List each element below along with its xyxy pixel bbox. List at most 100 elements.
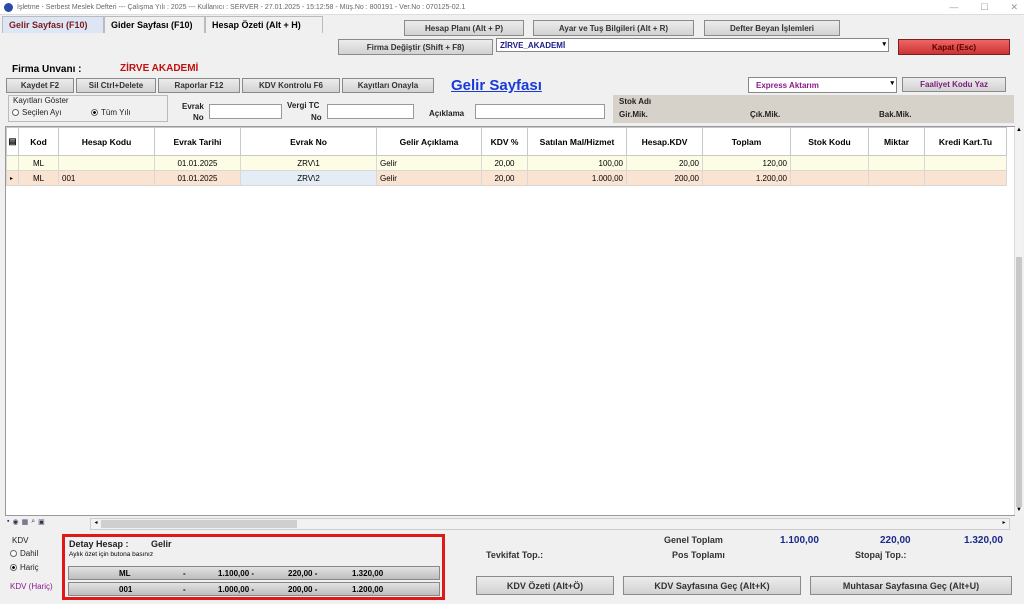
- genel-toplam-label: Genel Toplam: [664, 535, 723, 545]
- table-cell[interactable]: [868, 155, 925, 171]
- horizontal-scrollbar[interactable]: ◂ ▸: [90, 518, 1010, 530]
- kdv-haric-radio[interactable]: Hariç: [10, 563, 39, 572]
- row-pointer-icon[interactable]: ▸: [6, 170, 19, 186]
- evrak-no-input[interactable]: [209, 104, 282, 119]
- table-cell[interactable]: Gelir: [376, 155, 482, 171]
- aciklama-label: Açıklama: [429, 109, 465, 118]
- col-header[interactable]: Gelir Açıklama: [376, 127, 482, 156]
- evrak-no-label-1: Evrak: [182, 102, 204, 111]
- table-cell[interactable]: ZRV\1: [240, 155, 377, 171]
- detail-row-button[interactable]: 001 - 1.000,00 - 200,00 - 1.200,00: [68, 582, 440, 596]
- col-header[interactable]: Evrak No: [240, 127, 377, 156]
- table-cell[interactable]: 200,00: [626, 170, 703, 186]
- table-cell[interactable]: Gelir: [376, 170, 482, 186]
- detail-row-button[interactable]: ML - 1.100,00 - 220,00 - 1.320,00: [68, 566, 440, 580]
- vergi-label-1: Vergi TC: [287, 101, 320, 110]
- scroll-up-icon[interactable]: ▲: [1015, 127, 1023, 135]
- scroll-down-icon[interactable]: ▼: [1015, 507, 1023, 515]
- table-cell[interactable]: ML: [18, 155, 59, 171]
- table-cell[interactable]: [868, 170, 925, 186]
- col-header[interactable]: Miktar: [868, 127, 925, 156]
- col-header[interactable]: Evrak Tarihi: [154, 127, 241, 156]
- stok-info-panel: Stok Adı Gir.Mik. Çık.Mik. Bak.Mik.: [613, 95, 1014, 123]
- table-header-row: ▤ Kod Hesap Kodu Evrak Tarihi Evrak No G…: [6, 127, 1007, 156]
- search-icon[interactable]: ⌕: [31, 518, 35, 526]
- table-cell[interactable]: 20,00: [481, 170, 528, 186]
- save-icon[interactable]: ▪: [7, 518, 9, 526]
- print-icon[interactable]: ▣: [38, 518, 45, 526]
- kayitlari-onayla-button[interactable]: Kayıtları Onayla: [342, 78, 434, 93]
- gelir-grid[interactable]: ▤ Kod Hesap Kodu Evrak Tarihi Evrak No G…: [5, 126, 1015, 516]
- tab-hesap-ozeti[interactable]: Hesap Özeti (Alt + H): [205, 16, 323, 33]
- kdv-ozeti-button[interactable]: KDV Özeti (Alt+Ö): [476, 576, 614, 595]
- sil-button[interactable]: Sil Ctrl+Delete: [76, 78, 156, 93]
- table-cell[interactable]: ML: [18, 170, 59, 186]
- faaliyet-kodu-button[interactable]: Faaliyet Kodu Yaz: [902, 77, 1006, 92]
- table-cell[interactable]: [924, 170, 1007, 186]
- tum-yil-label: Tüm Yılı: [101, 108, 131, 117]
- kapat-button[interactable]: Kapat (Esc): [898, 39, 1010, 55]
- scroll-left-icon[interactable]: ◂: [91, 519, 101, 529]
- table-cell[interactable]: 20,00: [481, 155, 528, 171]
- vergi-no-input[interactable]: [327, 104, 414, 119]
- maximize-icon[interactable]: ☐: [980, 2, 988, 13]
- table-row[interactable]: ML 01.01.2025 ZRV\1 Gelir 20,00 100,00 2…: [6, 155, 1007, 171]
- stopaj-label: Stopaj Top.:: [855, 550, 907, 560]
- kaydet-button[interactable]: Kaydet F2: [6, 78, 74, 93]
- table-cell[interactable]: 1.000,00: [527, 170, 627, 186]
- table-cell[interactable]: 20,00: [626, 155, 703, 171]
- col-header[interactable]: Kredi Kart.Tu: [924, 127, 1007, 156]
- firma-select[interactable]: ZİRVE_AKADEMİ ▾: [496, 38, 889, 52]
- page-title: Gelir Sayfası: [451, 77, 542, 94]
- col-header[interactable]: Hesap Kodu: [58, 127, 155, 156]
- raporlar-button[interactable]: Raporlar F12: [158, 78, 240, 93]
- cik-mik-label: Çık.Mik.: [750, 110, 781, 119]
- table-cell[interactable]: [58, 155, 155, 171]
- table-cell[interactable]: [924, 155, 1007, 171]
- firma-degistir-button[interactable]: Firma Değiştir (Shift + F8): [338, 39, 493, 55]
- close-icon[interactable]: ✕: [1010, 2, 1018, 13]
- col-header[interactable]: Toplam: [702, 127, 791, 156]
- minimize-icon[interactable]: —: [949, 2, 958, 13]
- scroll-right-icon[interactable]: ▸: [999, 519, 1009, 529]
- col-header[interactable]: Satılan Mal/Hizmet: [527, 127, 627, 156]
- vertical-scrollbar[interactable]: ▲ ▼: [1014, 127, 1022, 515]
- table-cell[interactable]: 001: [58, 170, 155, 186]
- defter-beyan-button[interactable]: Defter Beyan İşlemleri: [704, 20, 840, 36]
- ayar-button[interactable]: Ayar ve Tuş Bilgileri (Alt + R): [533, 20, 694, 36]
- tab-gider[interactable]: Gider Sayfası (F10): [104, 16, 205, 33]
- col-header[interactable]: Stok Kodu: [790, 127, 869, 156]
- list-icon[interactable]: ▦: [22, 518, 29, 526]
- kdv-kontrol-button[interactable]: KDV Kontrolu F6: [242, 78, 340, 93]
- table-cell[interactable]: [790, 155, 869, 171]
- muhtasar-sayfasina-gec-button[interactable]: Muhtasar Sayfasına Geç (Alt+U): [810, 576, 1012, 595]
- kdv-dahil-radio[interactable]: Dahil: [10, 549, 38, 558]
- table-cell[interactable]: ZRV\2: [240, 170, 377, 186]
- col-header[interactable]: KDV %: [481, 127, 528, 156]
- tum-yil-radio[interactable]: Tüm Yılı: [91, 108, 131, 117]
- h-scroll-thumb[interactable]: [101, 520, 297, 528]
- detay-hint: Aylık özet için butona basınız: [69, 551, 154, 558]
- table-cell[interactable]: [790, 170, 869, 186]
- table-row[interactable]: ▸ ML 001 01.01.2025 ZRV\2 Gelir 20,00 1.…: [6, 170, 1007, 186]
- title-bar: İşletme - Serbest Meslek Defteri --- Çal…: [0, 0, 1024, 15]
- table-cell[interactable]: 01.01.2025: [154, 155, 241, 171]
- detail-value-c: 1.320,00: [352, 568, 384, 578]
- scroll-thumb[interactable]: [1016, 257, 1022, 507]
- express-aktarim-select[interactable]: Express Aktarım ▾: [748, 77, 897, 93]
- kdv-status: KDV (Hariç): [10, 582, 53, 591]
- col-header[interactable]: Kod: [18, 127, 59, 156]
- col-header[interactable]: Hesap.KDV: [626, 127, 703, 156]
- row-selector[interactable]: [6, 155, 19, 171]
- table-cell[interactable]: 120,00: [702, 155, 791, 171]
- kdv-sayfasina-gec-button[interactable]: KDV Sayfasına Geç (Alt+K): [623, 576, 801, 595]
- secilen-ay-radio[interactable]: Seçilen Ayı: [12, 108, 61, 117]
- aciklama-input[interactable]: [475, 104, 605, 119]
- view-icon[interactable]: ◉: [12, 518, 18, 526]
- genel-toplam-value-1: 1.100,00: [780, 535, 819, 546]
- table-cell[interactable]: 1.200,00: [702, 170, 791, 186]
- table-cell[interactable]: 01.01.2025: [154, 170, 241, 186]
- tab-gelir[interactable]: Gelir Sayfası (F10): [2, 16, 104, 33]
- table-cell[interactable]: 100,00: [527, 155, 627, 171]
- hesap-plani-button[interactable]: Hesap Planı (Alt + P): [404, 20, 524, 36]
